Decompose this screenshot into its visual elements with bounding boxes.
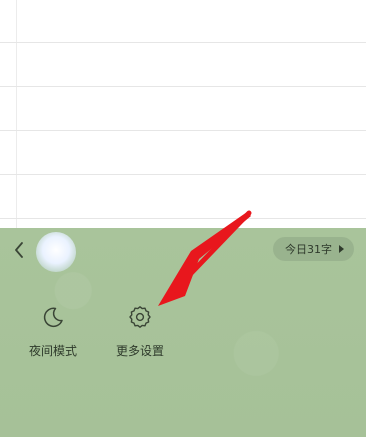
margin-line	[16, 0, 17, 228]
ruled-line	[0, 218, 366, 219]
night-mode-button[interactable]: 夜间模式	[20, 302, 86, 359]
today-word-count-button[interactable]: 今日31字	[273, 237, 354, 261]
night-mode-label: 夜间模式	[28, 344, 77, 358]
ruled-line	[0, 86, 366, 87]
more-settings-label: 更多设置	[115, 344, 164, 358]
play-arrow-icon	[339, 245, 344, 253]
avatar[interactable]	[36, 232, 76, 272]
chevron-left-icon	[15, 242, 23, 258]
gear-icon	[125, 302, 155, 332]
ruled-line	[0, 174, 366, 175]
screen: 今日31字 夜间模式 更多设置	[0, 0, 366, 437]
note-paper[interactable]	[0, 0, 366, 228]
more-settings-button[interactable]: 更多设置	[107, 302, 173, 359]
today-word-count-label: 今日31字	[285, 243, 332, 256]
ruled-line	[0, 42, 366, 43]
moon-icon	[38, 302, 68, 332]
settings-panel: 今日31字 夜间模式 更多设置	[0, 228, 366, 437]
ruled-line	[0, 130, 366, 131]
back-button[interactable]	[8, 238, 30, 262]
